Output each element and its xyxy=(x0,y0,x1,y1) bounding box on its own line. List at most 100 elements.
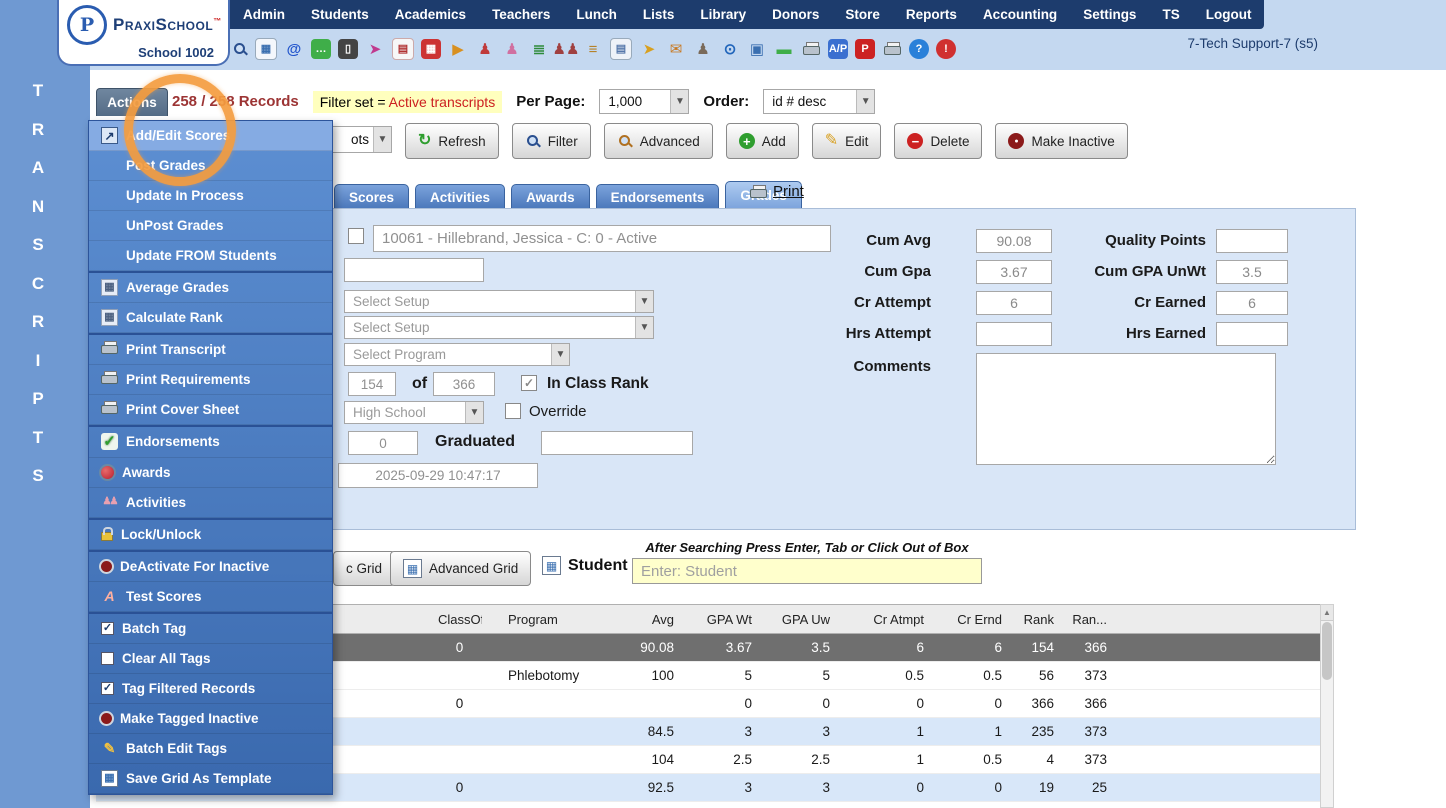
lunch-icon[interactable]: ≡ xyxy=(583,39,603,59)
scroll-thumb[interactable] xyxy=(1322,622,1332,680)
advanced-grid-button[interactable]: ▦ Advanced Grid xyxy=(390,551,532,586)
menu-item-print-cover-sheet[interactable]: Print Cover Sheet xyxy=(89,395,332,426)
nav-settings[interactable]: Settings xyxy=(1070,0,1149,29)
rank-total-field[interactable]: 366 xyxy=(433,372,495,396)
nav-teachers[interactable]: Teachers xyxy=(479,0,563,29)
nav-accounting[interactable]: Accounting xyxy=(970,0,1070,29)
card-icon[interactable]: ▬ xyxy=(774,39,794,59)
school-level-select[interactable]: High School ▼ xyxy=(344,401,484,424)
add-button[interactable]: + Add xyxy=(725,123,799,159)
print-link[interactable]: Print xyxy=(750,183,804,200)
tab-activities[interactable]: Activities xyxy=(415,184,506,209)
nav-store[interactable]: Store xyxy=(832,0,893,29)
mail-forward-icon[interactable]: ✉ xyxy=(666,39,686,59)
monitor-icon[interactable]: ▣ xyxy=(747,39,767,59)
menu-item-update-from-students[interactable]: Update FROM Students xyxy=(89,241,332,272)
cr-earned-value[interactable]: 6 xyxy=(1216,291,1288,315)
menu-item-deactivate-for-inactive[interactable]: DeActivate For Inactive xyxy=(89,549,332,582)
col-header-cr-ernd[interactable]: Cr Ernd xyxy=(932,604,1010,634)
help-icon[interactable]: ? xyxy=(909,39,929,59)
person-gray-icon[interactable]: ♟ xyxy=(693,39,713,59)
menu-item-endorsements[interactable]: ✓ Endorsements xyxy=(89,425,332,458)
col-header-gpa-wt[interactable]: GPA Wt xyxy=(682,604,760,634)
menu-item-average-grades[interactable]: ▦ Average Grades xyxy=(89,271,332,304)
student-search-input[interactable] xyxy=(632,558,982,584)
nav-academics[interactable]: Academics xyxy=(382,0,479,29)
quality-points-value[interactable] xyxy=(1216,229,1288,253)
menu-item-awards[interactable]: Awards xyxy=(89,458,332,488)
nav-library[interactable]: Library xyxy=(687,0,759,29)
print-queue-icon[interactable] xyxy=(801,39,821,59)
program-select[interactable]: Select Program ▼ xyxy=(344,343,570,366)
menu-item-lock-unlock[interactable]: Lock/Unlock xyxy=(89,517,332,550)
books-icon[interactable]: ≣ xyxy=(529,39,549,59)
cum-gpa-unwt-value[interactable]: 3.5 xyxy=(1216,260,1288,284)
nav-lists[interactable]: Lists xyxy=(630,0,688,29)
menu-item-calculate-rank[interactable]: ▦ Calculate Rank xyxy=(89,303,332,334)
announcement-icon[interactable]: ▶ xyxy=(448,39,468,59)
advanced-button[interactable]: Advanced xyxy=(603,123,713,159)
col-header-avg[interactable]: Avg xyxy=(625,604,682,634)
tab-scores[interactable]: Scores xyxy=(334,184,410,209)
pin-icon[interactable]: ➤ xyxy=(365,39,385,59)
col-header-rank[interactable]: Rank xyxy=(1010,604,1062,634)
alert-icon[interactable]: ! xyxy=(936,39,956,59)
per-page-select[interactable]: 1,000 ▼ xyxy=(599,89,690,114)
menu-item-activities[interactable]: ♟♟ Activities xyxy=(89,488,332,518)
menu-item-unpost-grades[interactable]: UnPost Grades xyxy=(89,211,332,242)
rank-field[interactable]: 154 xyxy=(348,372,396,396)
nav-donors[interactable]: Donors xyxy=(759,0,832,29)
email-at-icon[interactable]: @ xyxy=(284,39,304,59)
nav-students[interactable]: Students xyxy=(298,0,382,29)
edit-button[interactable]: ✎ Edit xyxy=(811,123,882,159)
menu-item-add-edit-scores[interactable]: ↗ Add/Edit Scores xyxy=(89,121,332,152)
menu-item-save-grid-as-template[interactable]: ▦ Save Grid As Template xyxy=(89,764,332,795)
filter-button[interactable]: Filter xyxy=(511,123,591,159)
actions-button[interactable]: Actions xyxy=(96,88,168,116)
menu-item-update-in-process[interactable]: Update In Process xyxy=(89,181,332,212)
menu-item-clear-all-tags[interactable]: Clear All Tags xyxy=(89,644,332,674)
basic-grid-button[interactable]: c Grid xyxy=(333,551,396,586)
menu-item-batch-tag[interactable]: Batch Tag xyxy=(89,611,332,644)
student-red-icon[interactable]: ♟ xyxy=(475,39,495,59)
nav-admin[interactable]: Admin xyxy=(230,0,298,29)
printer-icon[interactable] xyxy=(882,39,902,59)
in-class-rank-checkbox[interactable] xyxy=(521,375,537,391)
scroll-up-button[interactable]: ▲ xyxy=(1321,605,1333,621)
zero-field[interactable]: 0 xyxy=(348,431,418,455)
menu-item-batch-edit-tags[interactable]: ✎ Batch Edit Tags xyxy=(89,734,332,764)
comments-textarea[interactable] xyxy=(976,353,1276,465)
ap-badge-icon[interactable]: A/P xyxy=(828,39,848,59)
menu-item-post-grades[interactable]: Post Grades xyxy=(89,151,332,182)
student-pink-icon[interactable]: ♟ xyxy=(502,39,522,59)
menu-item-tag-filtered-records[interactable]: Tag Filtered Records xyxy=(89,674,332,704)
col-header-cr-atmpt[interactable]: Cr Atmpt xyxy=(838,604,932,634)
tab-endorsements[interactable]: Endorsements xyxy=(595,184,720,209)
menu-item-test-scores[interactable]: A Test Scores xyxy=(89,582,332,612)
menu-item-make-tagged-inactive[interactable]: Make Tagged Inactive xyxy=(89,704,332,734)
timestamp-field[interactable]: 2025-09-29 10:47:17 xyxy=(338,463,538,488)
tab-awards[interactable]: Awards xyxy=(511,184,590,209)
newspaper-icon[interactable]: ▤ xyxy=(392,38,414,60)
mobile-icon[interactable]: ▯ xyxy=(338,39,358,59)
nav-lunch[interactable]: Lunch xyxy=(563,0,630,29)
col-header-classof[interactable]: ClassOf xyxy=(437,604,482,634)
chat-icon[interactable]: … xyxy=(311,39,331,59)
calendar-grid-icon[interactable]: ▦ xyxy=(255,38,277,60)
grid-row[interactable]: 72210052Clover, BrysenCollege Prepar00 xyxy=(96,801,1320,808)
hrs-earned-value[interactable] xyxy=(1216,322,1288,346)
col-header-gpa-uw[interactable]: GPA Uw xyxy=(760,604,838,634)
nav-reports[interactable]: Reports xyxy=(893,0,970,29)
clock-icon[interactable]: ⊙ xyxy=(720,39,740,59)
pdf-icon[interactable]: P xyxy=(855,39,875,59)
grid-scrollbar[interactable]: ▲ xyxy=(1320,604,1334,808)
order-select[interactable]: id # desc ▼ xyxy=(763,89,876,114)
calendar-icon[interactable]: ▦ xyxy=(421,39,441,59)
people-icon[interactable]: ♟♟ xyxy=(553,39,580,59)
make-inactive-button[interactable]: ● Make Inactive xyxy=(995,123,1128,159)
refresh-button[interactable]: ↻ Refresh xyxy=(405,123,499,159)
horn-icon[interactable]: ➤ xyxy=(639,39,659,59)
col-header-program[interactable]: Program xyxy=(482,604,625,634)
delete-button[interactable]: − Delete xyxy=(894,123,983,159)
menu-item-print-transcript[interactable]: Print Transcript xyxy=(89,333,332,366)
